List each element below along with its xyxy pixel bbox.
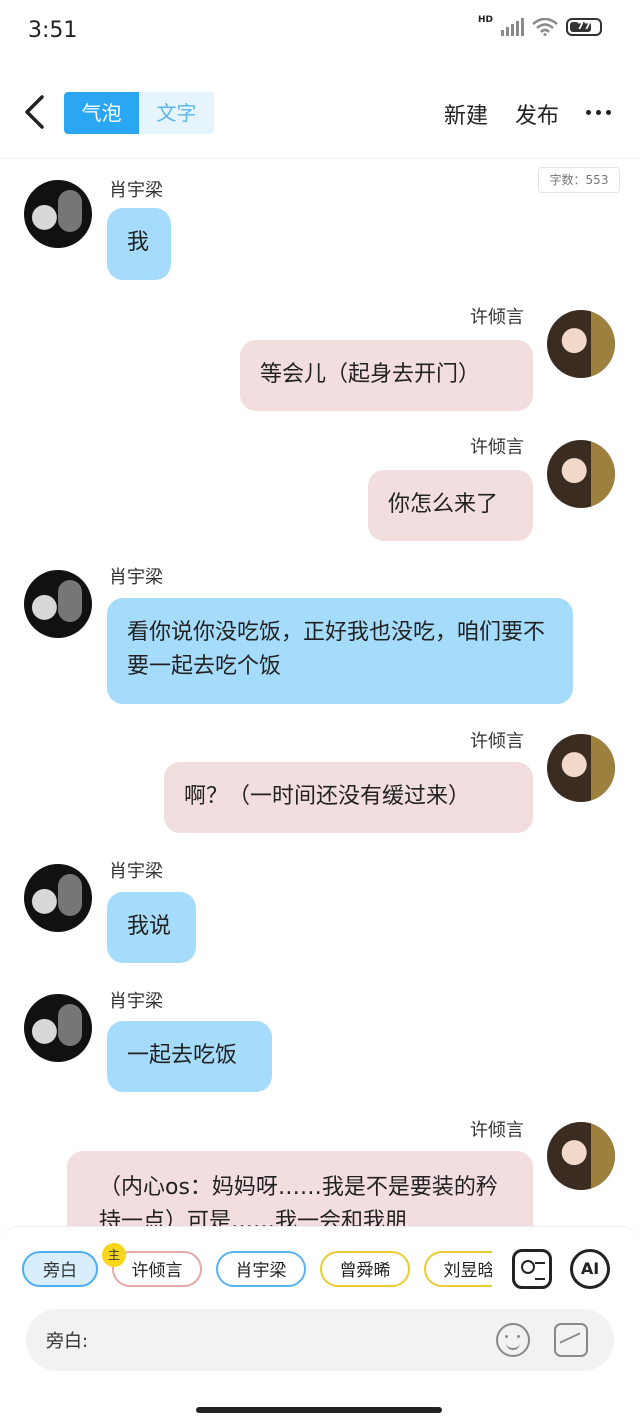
battery-icon: 77	[566, 18, 602, 36]
avatar[interactable]	[24, 864, 92, 932]
sender-name: 肖宇梁	[109, 180, 163, 201]
sender-name: 许倾言	[470, 731, 524, 752]
message-bubble[interactable]: 我	[107, 208, 171, 280]
avatar[interactable]	[24, 570, 92, 638]
image-icon[interactable]	[554, 1323, 588, 1357]
mode-tabs: 气泡 文字	[64, 92, 214, 134]
message-bubble[interactable]: 等会儿（起身去开门）	[240, 340, 533, 411]
back-arrow-icon[interactable]	[20, 94, 50, 130]
sender-name: 许倾言	[470, 1120, 524, 1141]
role-chip-zeng-shunxi[interactable]: 曾舜晞	[320, 1251, 410, 1287]
sender-name: 许倾言	[470, 437, 524, 458]
status-time: 3:51	[28, 18, 78, 43]
ai-button[interactable]: AI	[570, 1249, 610, 1289]
sender-name: 肖宇梁	[109, 567, 163, 588]
tab-bubble[interactable]: 气泡	[64, 92, 139, 134]
status-icons: HD 77	[477, 15, 602, 36]
wifi-icon	[532, 18, 558, 36]
top-nav: 气泡 文字 新建 发布	[0, 64, 640, 159]
avatar[interactable]	[547, 1122, 615, 1190]
hd-indicator: HD	[477, 15, 493, 25]
tab-text[interactable]: 文字	[139, 92, 214, 134]
message-bubble[interactable]: 啊？（一时间还没有缓过来）	[164, 762, 533, 833]
role-selector: 旁白 许倾言 肖宇梁 曾舜晞 刘昱晗	[22, 1251, 492, 1291]
input-panel: 旁白 许倾言 肖宇梁 曾舜晞 刘昱晗 主 AI 旁白:	[0, 1226, 640, 1423]
sender-name: 肖宇梁	[109, 861, 163, 882]
role-chip-liu-yuhan[interactable]: 刘昱晗	[424, 1251, 492, 1287]
avatar[interactable]	[547, 734, 615, 802]
role-chip-narration[interactable]: 旁白	[22, 1251, 98, 1287]
contact-card-icon[interactable]	[512, 1249, 552, 1289]
message-bubble[interactable]: 我说	[107, 892, 196, 963]
sender-name: 肖宇梁	[109, 991, 163, 1012]
message-input[interactable]: 旁白:	[26, 1309, 614, 1371]
new-button[interactable]: 新建	[444, 98, 488, 130]
emoji-icon[interactable]	[496, 1323, 530, 1357]
main-role-badge: 主	[102, 1243, 126, 1267]
input-placeholder: 旁白:	[46, 1331, 89, 1352]
message-bubble[interactable]: 看你说你没吃饭，正好我也没吃，咱们要不要一起去吃个饭	[107, 598, 573, 704]
signal-icon	[501, 18, 524, 36]
chat-area[interactable]: 肖宇梁 我 许倾言 等会儿（起身去开门） 许倾言 你怎么来了 肖宇梁 看你说你没…	[0, 160, 640, 1226]
avatar[interactable]	[24, 994, 92, 1062]
avatar[interactable]	[547, 310, 615, 378]
status-bar: 3:51 HD 77	[0, 0, 640, 64]
avatar[interactable]	[547, 440, 615, 508]
message-bubble[interactable]: 你怎么来了	[368, 470, 533, 541]
sender-name: 许倾言	[470, 307, 524, 328]
publish-button[interactable]: 发布	[515, 98, 559, 130]
battery-level: 77	[577, 21, 591, 32]
message-bubble[interactable]: （内心os：妈妈呀……我是不是要装的矜持一点）可是……我一会和我朋	[67, 1151, 533, 1226]
more-icon[interactable]	[586, 110, 611, 115]
role-chip-xiao-yuliang[interactable]: 肖宇梁	[216, 1251, 306, 1287]
message-bubble[interactable]: 一起去吃饭	[107, 1021, 272, 1092]
home-indicator[interactable]	[196, 1407, 442, 1413]
avatar[interactable]	[24, 180, 92, 248]
